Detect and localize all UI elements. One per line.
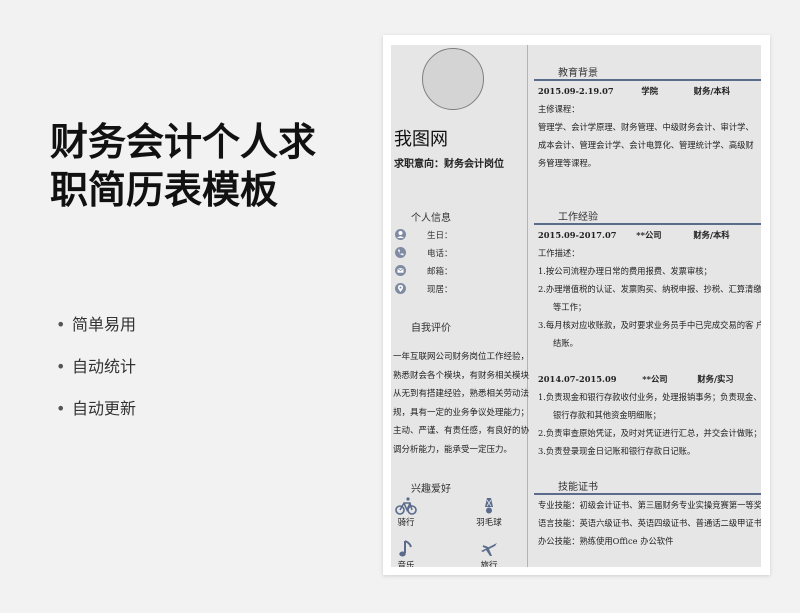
education-school: 学院 — [641, 86, 659, 96]
hobby-item: 音乐 — [391, 539, 426, 567]
job-period: 2015.09-2017.07 — [538, 230, 617, 240]
phone-icon — [395, 247, 406, 258]
eval-line: 主动、严谨、有责任感，有良好的协 — [393, 426, 530, 436]
promo-title-line1: 财务会计个人求 — [50, 120, 317, 164]
job-company: **公司 — [636, 230, 662, 240]
job-desc-line: 1.按公司流程办理日常的费用报费、发票审核； — [538, 266, 712, 276]
eval-line: 规，具有一定的业务争议处理能力； — [393, 407, 530, 418]
courses-line: 务管理等课程。 — [538, 158, 597, 168]
job-desc-line: 银行存款和其他资金明细账； — [553, 410, 661, 420]
courses-label: 主修课程： — [538, 104, 580, 114]
promo-title: 财务会计个人求 职简历表模板 — [50, 118, 316, 214]
job-desc-line: 3.每月核对应收账款，及时要求业务员手中已完成交易的客 户 — [538, 320, 761, 330]
music-note-icon — [399, 540, 412, 557]
bullet-icon: • — [56, 315, 66, 334]
job-header: 2014.07-2015.09 **公司 财务/实习 — [538, 370, 734, 388]
promo-title-line2: 职简历表模板 — [50, 168, 279, 212]
job-company: **公司 — [642, 374, 668, 384]
resume-preview-card: 我图网 求职意向：财务会计岗位 个人信息 生日： 电话： 邮箱： 现居： 自我评… — [383, 35, 770, 575]
job-role: 财务/实习 — [697, 374, 734, 384]
airplane-icon — [481, 543, 497, 556]
eval-line: 从无到有搭建经验，熟悉相关劳动法 — [393, 389, 530, 399]
job-desc-line: 2.负责审查原始凭证，及时对凭证进行汇总，并交会计做账； — [538, 428, 761, 438]
hobby-item: 骑行 — [391, 496, 426, 528]
eval-line: 熟悉财会各个模块，有财务相关模块 — [393, 370, 530, 381]
feature-item: • 自动统计 — [56, 354, 136, 396]
feature-list: • 简单易用 • 自动统计 • 自动更新 — [56, 312, 136, 438]
skill-line: 语言技能：英语六级证书、英语四级证书、普通话二级甲证书 — [538, 518, 761, 528]
self-evaluation-title: 自我评价 — [411, 323, 451, 334]
self-evaluation-text: 一年互联网公司财务岗位工作经验， 熟悉财会各个模块，有财务相关模块 从无到有搭建… — [393, 348, 530, 459]
job-desc-line: 结账。 — [553, 338, 578, 348]
mail-icon — [395, 265, 406, 276]
education-header: 2015.09-2.19.07 学院 财务/本科 — [538, 82, 730, 100]
bicycle-icon — [395, 497, 417, 515]
job-intent: 求职意向：财务会计岗位 — [394, 159, 504, 170]
eval-line: 一年互联网公司财务岗位工作经验， — [393, 352, 530, 362]
skill-line: 办公技能：熟练使用Office 办公软件 — [538, 536, 674, 546]
user-icon — [395, 229, 406, 240]
personal-info-title: 个人信息 — [411, 213, 451, 224]
location-icon — [395, 283, 406, 294]
courses-line: 成本会计、管理会计学、会计电算化、管理统计学、高级财 — [538, 140, 754, 150]
feature-item: • 简单易用 — [56, 312, 136, 354]
education-period: 2015.09-2.19.07 — [538, 86, 614, 96]
job-desc-line: 3.负责登录现金日记账和银行存款日记账。 — [538, 446, 696, 456]
job-desc-line: 2.办理增值税的认证、发票购买、纳税申报、抄税、汇算清缴 — [538, 284, 761, 294]
hobby-item: 羽毛球 — [469, 496, 509, 528]
column-divider — [527, 45, 528, 567]
job-period: 2014.07-2015.09 — [538, 374, 617, 384]
job-desc-line: 等工作； — [553, 302, 587, 312]
courses-line: 管理学、会计学原理、财务管理、中级财务会计、审计学、 — [538, 122, 754, 132]
job-desc-label: 工作描述： — [538, 248, 580, 258]
job-desc-line: 1.负责现金和银行存款收付业务，处理报销事务；负责现金、 — [538, 392, 761, 402]
education-title: 教育背景 — [558, 68, 598, 79]
hobby-item: 旅行 — [469, 539, 509, 567]
skills-divider — [534, 493, 761, 495]
job-role: 财务/本科 — [693, 230, 730, 240]
bullet-icon: • — [56, 399, 66, 418]
eval-line: 调分析能力，能承受一定压力。 — [393, 444, 513, 455]
avatar-photo — [422, 48, 484, 110]
feature-item: • 自动更新 — [56, 396, 136, 438]
skill-line: 专业技能：初级会计证书、第三届财务专业实操竞赛第一等奖 — [538, 500, 761, 510]
education-divider — [534, 79, 761, 81]
work-divider — [534, 223, 761, 225]
badminton-icon — [485, 498, 493, 514]
education-major: 财务/本科 — [693, 86, 731, 96]
hobbies-title: 兴趣爱好 — [411, 484, 451, 495]
resume-sheet: 我图网 求职意向：财务会计岗位 个人信息 生日： 电话： 邮箱： 现居： 自我评… — [391, 45, 761, 567]
skills-title: 技能证书 — [558, 482, 598, 493]
candidate-name: 我图网 — [394, 129, 448, 150]
job-header: 2015.09-2017.07 **公司 财务/本科 — [538, 226, 730, 244]
work-title: 工作经验 — [558, 212, 598, 223]
bullet-icon: • — [56, 357, 66, 376]
